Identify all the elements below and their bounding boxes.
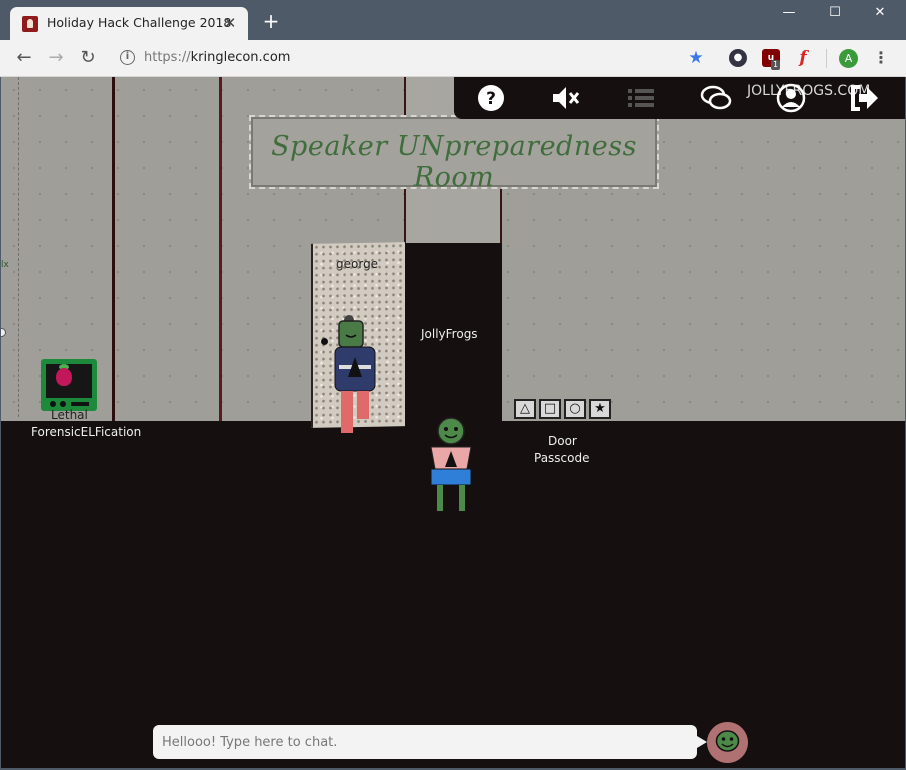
address-bar[interactable]: https://kringlecon.com (144, 50, 290, 65)
room-sign-title: Speaker UNpreparedness Room (271, 131, 637, 193)
chat-input[interactable] (153, 725, 697, 759)
raspberry-icon (56, 368, 72, 386)
wall-pillar (112, 77, 115, 421)
raspberry-pi-terminal[interactable] (41, 359, 97, 411)
chat-icon[interactable] (699, 81, 733, 115)
game-hud: ? JOLLYFROGS.COM (454, 77, 905, 119)
profile-icon[interactable] (774, 81, 808, 115)
door-passcode-keypad[interactable]: △ □ ○ ★ (514, 399, 612, 419)
offscreen-label: lx (1, 260, 9, 270)
profile-avatar[interactable]: A (839, 49, 858, 68)
list-icon[interactable] (624, 81, 658, 115)
help-icon[interactable]: ? (474, 81, 508, 115)
tab-title: Holiday Hack Challenge 2018 (47, 15, 232, 30)
player-avatar[interactable] (427, 417, 475, 515)
terminal-slot (71, 402, 89, 406)
wall-pillar (219, 77, 222, 421)
wall-dashed-line (18, 77, 19, 417)
ublock-badge: 1 (771, 60, 781, 70)
npc-george-avatar[interactable] (329, 315, 381, 439)
browser-toolbar: ← → ↻ i https://kringlecon.com ★ ● u 1 f… (0, 40, 906, 77)
flash-icon[interactable]: f (794, 49, 812, 67)
npc-name-george: george (336, 257, 379, 271)
tab-close-icon[interactable]: ✕ (220, 13, 240, 33)
svg-text:?: ? (486, 89, 496, 109)
reload-icon[interactable]: ↻ (75, 46, 101, 70)
site-info-icon[interactable]: i (120, 50, 135, 65)
ublock-icon[interactable]: u 1 (762, 49, 781, 70)
bookmark-star-icon[interactable]: ★ (687, 49, 705, 67)
forward-arrow-icon[interactable]: → (43, 46, 69, 70)
browser-tab[interactable]: Holiday Hack Challenge 2018 ✕ (10, 7, 248, 40)
minimize-button[interactable]: — (766, 2, 812, 26)
browser-window: Holiday Hack Challenge 2018 ✕ + — ☐ ✕ ← … (0, 0, 906, 770)
passcode-label-line2: Passcode (534, 451, 590, 465)
door-knob (321, 338, 328, 345)
triangle-key[interactable]: △ (514, 399, 536, 419)
url-host: kringlecon.com (190, 50, 291, 65)
game-viewport[interactable]: lx Speaker UNpreparedness Room george Jo… (1, 77, 905, 768)
room-sign: Speaker UNpreparedness Room (249, 115, 659, 193)
browser-menu-icon[interactable]: ⋮ (872, 48, 890, 68)
terminal-button (50, 401, 56, 407)
maximize-button[interactable]: ☐ (812, 2, 858, 26)
kringlecon-favicon-icon (22, 16, 38, 32)
square-key[interactable]: □ (539, 399, 561, 419)
passcode-label-line1: Door (548, 434, 577, 448)
close-window-button[interactable]: ✕ (857, 2, 903, 26)
star-key[interactable]: ★ (589, 399, 611, 419)
terminal-button (60, 401, 66, 407)
terminal-label-line1: Lethal (51, 408, 88, 422)
tab-strip: Holiday Hack Challenge 2018 ✕ + — ☐ ✕ (0, 0, 906, 40)
chat-box[interactable] (153, 725, 707, 759)
mute-icon[interactable] (549, 81, 583, 115)
chat-avatar-icon[interactable] (707, 722, 748, 763)
back-arrow-icon[interactable]: ← (11, 46, 37, 70)
url-scheme: https:// (144, 50, 191, 65)
circle-key[interactable]: ○ (564, 399, 586, 419)
password-manager-icon[interactable]: ● (729, 49, 747, 67)
new-tab-button[interactable]: + (260, 10, 282, 32)
toolbar-divider (826, 49, 827, 68)
player-name-label: JollyFrogs (421, 327, 478, 341)
terminal-label-line2: ForensicELFication (31, 425, 142, 439)
exit-icon[interactable] (847, 81, 881, 115)
